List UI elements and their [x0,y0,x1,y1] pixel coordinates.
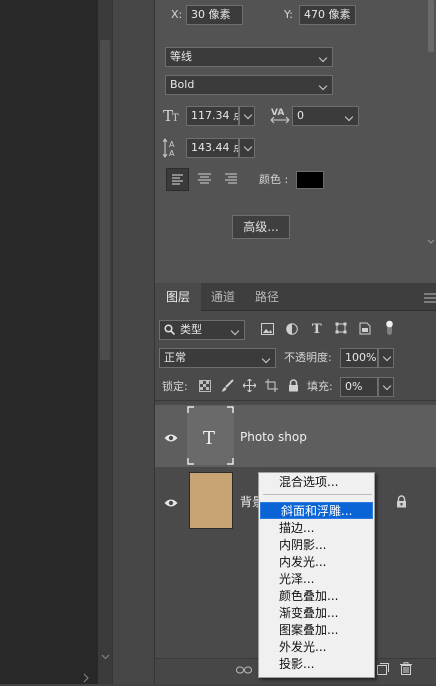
svg-text:A: A [169,140,175,149]
tab-channels[interactable]: 通道 [201,283,245,311]
new-layer-icon[interactable] [377,663,389,678]
tab-paths[interactable]: 路径 [245,283,289,311]
blend-mode-select[interactable]: 正常 [159,348,276,368]
fill-dropdown[interactable] [378,377,394,397]
menu-item-color-overlay[interactable]: 颜色叠加... [259,588,372,605]
search-icon [164,324,176,338]
lock-transparent-icon[interactable] [199,380,211,395]
menu-item-satin[interactable]: 光泽... [259,571,372,588]
properties-scrollbar[interactable] [426,0,436,283]
filter-toggle-icon[interactable] [385,320,395,341]
delete-layer-icon[interactable] [400,662,412,678]
text-color-swatch[interactable] [296,171,324,189]
tracking-select[interactable]: 0 [292,106,359,126]
fill-field[interactable]: 0% [340,377,378,397]
align-center-button[interactable] [194,168,217,191]
panel-dock-column [112,0,155,684]
lock-position-icon[interactable] [242,378,257,395]
text-layer-icon: T [203,428,215,449]
layer-lock-icon [396,495,407,511]
font-size-dropdown[interactable] [239,106,255,126]
visibility-eye-icon[interactable] [164,497,178,511]
y-position-field[interactable]: 470 像素 [299,5,356,25]
lock-pixels-icon[interactable] [221,379,234,395]
advanced-button[interactable]: 高级... [232,215,290,239]
filter-pixel-icon[interactable] [261,323,274,338]
opacity-label: 不透明度: [284,351,332,364]
menu-item-pattern-overlay[interactable]: 图案叠加... [259,622,372,639]
opacity-dropdown[interactable] [378,348,394,368]
leading-icon: AA [162,138,183,161]
svg-text:T: T [172,113,179,123]
tracking-icon: VA [270,106,290,127]
scroll-down-icon[interactable] [427,238,435,246]
menu-item-blending-options[interactable]: 混合选项... [259,474,372,491]
x-label: X: [171,8,183,21]
vertical-scrollbar[interactable] [98,0,112,684]
menu-item-inner-shadow[interactable]: 内阴影... [259,537,372,554]
lock-label: 锁定: [162,380,188,393]
panel-menu-icon[interactable] [424,292,436,306]
menu-item-stroke[interactable]: 描边... [259,520,372,537]
svg-text:T: T [312,322,322,335]
align-left-button[interactable] [166,168,189,191]
svg-text:VA: VA [271,108,284,118]
font-style-select[interactable]: Bold [165,75,333,95]
menu-item-bevel-emboss[interactable]: 斜面和浮雕... [260,502,373,519]
lock-all-icon[interactable] [288,379,299,395]
leading-field[interactable]: 143.44 点 [186,138,239,158]
color-label: 颜色 : [259,173,289,186]
lock-artboard-icon[interactable] [265,379,278,395]
divider [155,400,436,401]
menu-separator [263,494,372,495]
opacity-field[interactable]: 100% [340,348,378,368]
menu-item-gradient-overlay[interactable]: 渐变叠加... [259,605,372,622]
svg-text:A: A [169,149,175,158]
align-center-icon [198,173,211,184]
link-layers-icon[interactable] [236,664,252,678]
font-size-field[interactable]: 117.34 点 [186,106,239,126]
menu-item-drop-shadow[interactable]: 投影... [259,656,372,673]
fill-label: 填充: [307,380,333,393]
canvas-area[interactable] [0,0,98,684]
layer-thumbnail-text: T [187,406,234,465]
filter-smart-object-icon[interactable] [359,322,371,338]
visibility-eye-icon[interactable] [164,432,178,446]
align-left-icon [172,174,183,185]
menu-item-outer-glow[interactable]: 外发光... [259,639,372,656]
scrollbar-thumb[interactable] [100,40,110,360]
menu-item-inner-glow[interactable]: 内发光... [259,554,372,571]
filter-adjustment-icon[interactable] [286,323,298,338]
align-right-button[interactable] [220,168,243,191]
properties-scroll-thumb[interactable] [428,0,434,52]
layer-thumbnail-background [189,472,233,529]
font-size-icon: TT [163,107,183,126]
align-right-icon [225,173,237,184]
layer-name[interactable]: Photo shop [240,429,307,445]
x-position-field[interactable]: 30 像素 [186,5,243,25]
filter-type-icon[interactable]: T [311,321,323,338]
font-family-select[interactable]: 等线 [165,47,333,67]
tab-layers[interactable]: 图层 [155,283,201,311]
scroll-down-icon[interactable] [101,652,110,661]
leading-dropdown[interactable] [239,138,255,158]
filter-shape-icon[interactable] [335,322,347,337]
y-label: Y: [284,8,293,21]
